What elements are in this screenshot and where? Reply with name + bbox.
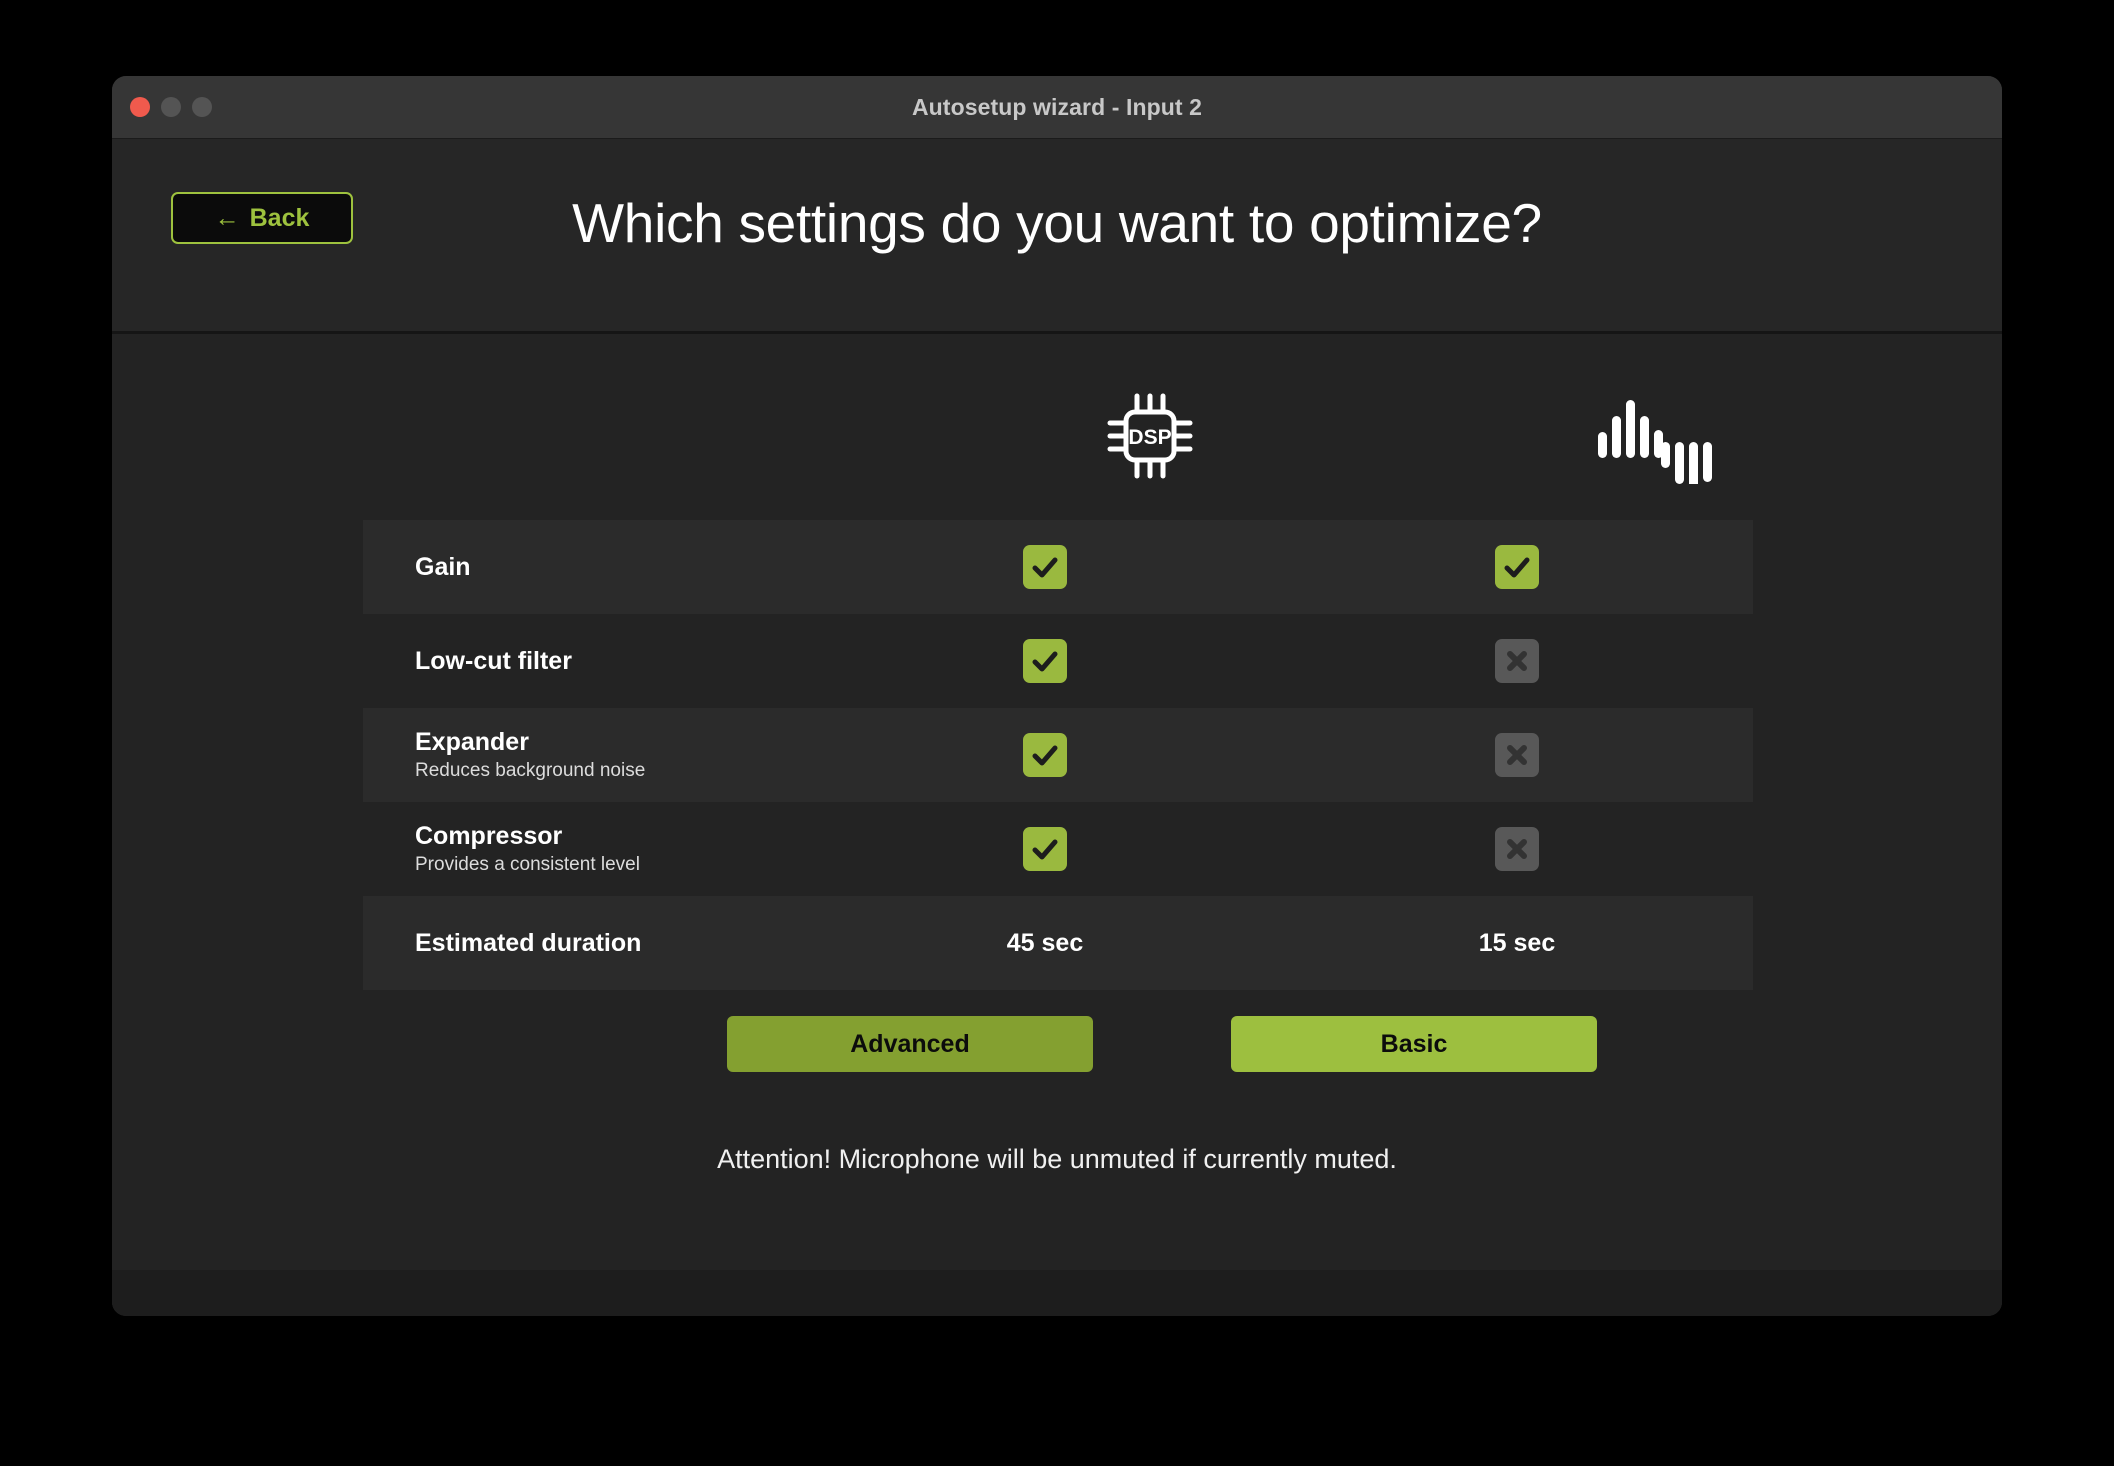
row-label-cell: Gain [363,553,809,582]
traffic-light-group [130,76,212,138]
attention-notice: Attention! Microphone will be unmuted if… [717,1144,1397,1174]
column-header-basic [1564,376,1744,496]
row-sublabel: Provides a consistent level [415,854,640,875]
close-window-icon[interactable] [130,97,150,117]
window-footer [112,1270,2002,1316]
row-label-cell: Estimated duration [363,929,809,958]
check-icon [1032,745,1058,766]
maximize-window-icon[interactable] [192,97,212,117]
table-row-estimated-duration: Estimated duration 45 sec 15 sec [363,896,1753,990]
checkbox-checked-icon[interactable] [1023,545,1067,589]
row-basic-cell [1281,733,1753,777]
basic-button[interactable]: Basic [1231,1016,1597,1072]
checkbox-checked-icon[interactable] [1023,733,1067,777]
row-label-cell: Expander Reduces background noise [363,728,809,782]
check-icon [1504,557,1530,578]
row-advanced-cell [809,639,1281,683]
checkbox-unchecked-icon[interactable] [1495,827,1539,871]
check-icon [1032,557,1058,578]
audio-waveform-icon [1598,400,1712,484]
table-row: Expander Reduces background noise [363,708,1753,802]
wizard-body: DSP Gain Low-cut filter Expander Reduces… [112,334,2002,1316]
cross-icon [1507,839,1527,859]
wizard-header: ← Back Which settings do you want to opt… [112,139,2002,334]
row-label: Compressor [415,822,563,850]
row-advanced-cell [809,545,1281,589]
checkbox-checked-icon[interactable] [1023,639,1067,683]
row-label-cell: Low-cut filter [363,647,809,676]
row-advanced-cell [809,733,1281,777]
checkbox-checked-icon[interactable] [1023,827,1067,871]
row-label: Estimated duration [415,928,642,957]
action-button-bar: Advanced Basic [363,1016,1753,1072]
advanced-button[interactable]: Advanced [727,1016,1093,1072]
duration-advanced: 45 sec [1006,928,1084,957]
checkbox-unchecked-icon[interactable] [1495,639,1539,683]
row-basic-cell [1281,827,1753,871]
row-basic-cell [1281,639,1753,683]
table-row: Gain [363,520,1753,614]
settings-comparison-table: Gain Low-cut filter Expander Reduces bac… [363,520,1753,990]
check-icon [1032,651,1058,672]
cross-icon [1507,651,1527,671]
column-header-icons: DSP [112,376,2002,496]
table-row: Low-cut filter [363,614,1753,708]
row-basic-cell [1281,545,1753,589]
checkbox-unchecked-icon[interactable] [1495,733,1539,777]
window-title: Autosetup wizard - Input 2 [911,93,1203,120]
dsp-chip-icon: DSP [1107,393,1193,479]
row-advanced-cell [809,827,1281,871]
check-icon [1032,839,1058,860]
autosetup-wizard-window: Autosetup wizard - Input 2 ← Back Which … [112,76,2002,1316]
row-sublabel: Reduces background noise [415,760,646,781]
column-header-advanced: DSP [1060,376,1240,496]
row-label-cell: Compressor Provides a consistent level [363,822,809,876]
window-titlebar: Autosetup wizard - Input 2 [112,76,2002,139]
checkbox-checked-icon[interactable] [1495,545,1539,589]
duration-basic: 15 sec [1478,928,1556,957]
row-label: Expander [415,728,529,756]
row-label: Gain [415,552,471,581]
minimize-window-icon[interactable] [161,97,181,117]
dsp-chip-icon-text: DSP [1128,426,1171,449]
row-label: Low-cut filter [415,646,572,675]
page-title: Which settings do you want to optimize? [572,192,1542,254]
cross-icon [1507,745,1527,765]
table-row: Compressor Provides a consistent level [363,802,1753,896]
